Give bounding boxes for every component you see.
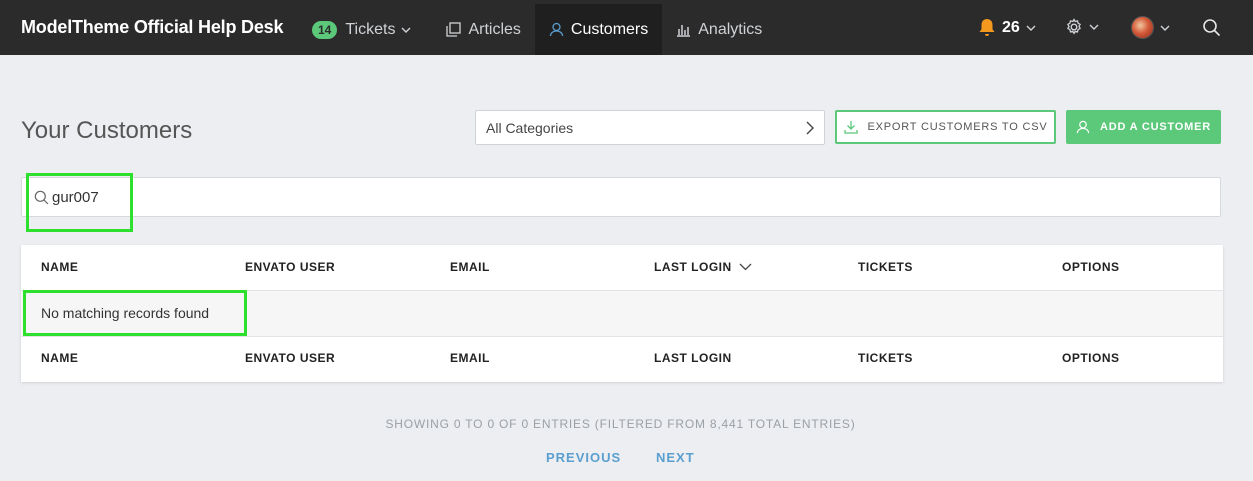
nav-articles[interactable]: Articles <box>432 4 534 55</box>
user-icon <box>549 22 564 37</box>
search-input[interactable] <box>52 186 1202 208</box>
column-footer-last-login: LAST LOGIN <box>654 351 732 365</box>
notifications-button[interactable]: 26 <box>978 18 1036 37</box>
chevron-right-icon <box>806 121 814 134</box>
page-title: Your Customers <box>21 117 193 144</box>
column-footer-name: NAME <box>41 351 79 365</box>
chevron-down-icon <box>1026 25 1036 31</box>
tickets-count-badge: 14 <box>312 20 338 39</box>
avatar <box>1131 16 1154 39</box>
add-customer-button[interactable]: ADD A CUSTOMER <box>1066 110 1221 144</box>
column-footer-email: EMAIL <box>450 351 490 365</box>
column-header-last-login[interactable]: LAST LOGIN <box>654 260 752 274</box>
column-header-options[interactable]: OPTIONS <box>1062 260 1120 274</box>
category-select[interactable]: All Categories <box>475 110 825 145</box>
category-select-value: All Categories <box>486 119 574 136</box>
settings-button[interactable] <box>1065 18 1099 36</box>
global-search-button[interactable] <box>1202 18 1221 37</box>
column-header-email[interactable]: EMAIL <box>450 260 490 274</box>
sort-chevron-down-icon <box>739 263 752 271</box>
column-header-last-login-label: LAST LOGIN <box>654 260 732 274</box>
pagination-info: SHOWING 0 TO 0 OF 0 ENTRIES (FILTERED FR… <box>385 417 856 431</box>
search-icon <box>1203 19 1221 37</box>
add-customer-label: ADD A CUSTOMER <box>1099 121 1212 133</box>
column-footer-options: OPTIONS <box>1062 351 1120 365</box>
user-icon <box>1076 120 1090 134</box>
nav-analytics-label: Analytics <box>698 20 763 38</box>
column-header-tickets[interactable]: TICKETS <box>858 260 913 274</box>
nav-tickets-label: Tickets <box>345 20 396 38</box>
column-footer-envato-user: ENVATO USER <box>245 351 336 365</box>
nav-articles-label: Articles <box>468 20 521 38</box>
search-icon <box>34 190 49 205</box>
export-csv-button[interactable]: EXPORT CUSTOMERS TO CSV <box>835 110 1056 144</box>
bar-chart-icon <box>677 25 691 37</box>
previous-page-button[interactable]: PREVIOUS <box>546 450 621 465</box>
chevron-down-icon <box>1089 24 1099 30</box>
main-nav: 14 Tickets Articles Customers Analytics <box>298 4 776 55</box>
empty-message: No matching records found <box>41 305 210 321</box>
gear-icon <box>1067 18 1081 35</box>
nav-tickets[interactable]: 14 Tickets <box>298 4 432 55</box>
articles-icon <box>446 22 462 37</box>
user-menu-button[interactable] <box>1131 16 1170 39</box>
nav-customers[interactable]: Customers <box>534 4 663 55</box>
download-icon <box>843 121 858 134</box>
bell-icon <box>979 19 995 36</box>
export-csv-label: EXPORT CUSTOMERS TO CSV <box>867 121 1048 133</box>
nav-customers-label: Customers <box>570 20 649 38</box>
nav-analytics[interactable]: Analytics <box>662 4 776 55</box>
next-page-button[interactable]: NEXT <box>656 450 695 465</box>
table-footer-row: NAME ENVATO USER EMAIL LAST LOGIN TICKET… <box>21 336 1223 382</box>
chevron-down-icon <box>1160 25 1170 31</box>
table-empty-row: No matching records found <box>21 291 1223 337</box>
column-header-name[interactable]: NAME <box>41 260 78 274</box>
customer-search <box>21 177 1221 217</box>
column-footer-tickets: TICKETS <box>858 351 913 365</box>
top-navbar: ModelTheme Official Help Desk 14 Tickets… <box>0 0 1253 55</box>
brand-title[interactable]: ModelTheme Official Help Desk <box>21 17 283 38</box>
chevron-down-icon <box>401 27 411 33</box>
column-header-envato-user[interactable]: ENVATO USER <box>245 260 335 274</box>
customers-table: NAME ENVATO USER EMAIL LAST LOGIN TICKET… <box>21 245 1223 382</box>
table-header-row: NAME ENVATO USER EMAIL LAST LOGIN TICKET… <box>21 245 1223 291</box>
notifications-count: 26 <box>1002 18 1020 36</box>
